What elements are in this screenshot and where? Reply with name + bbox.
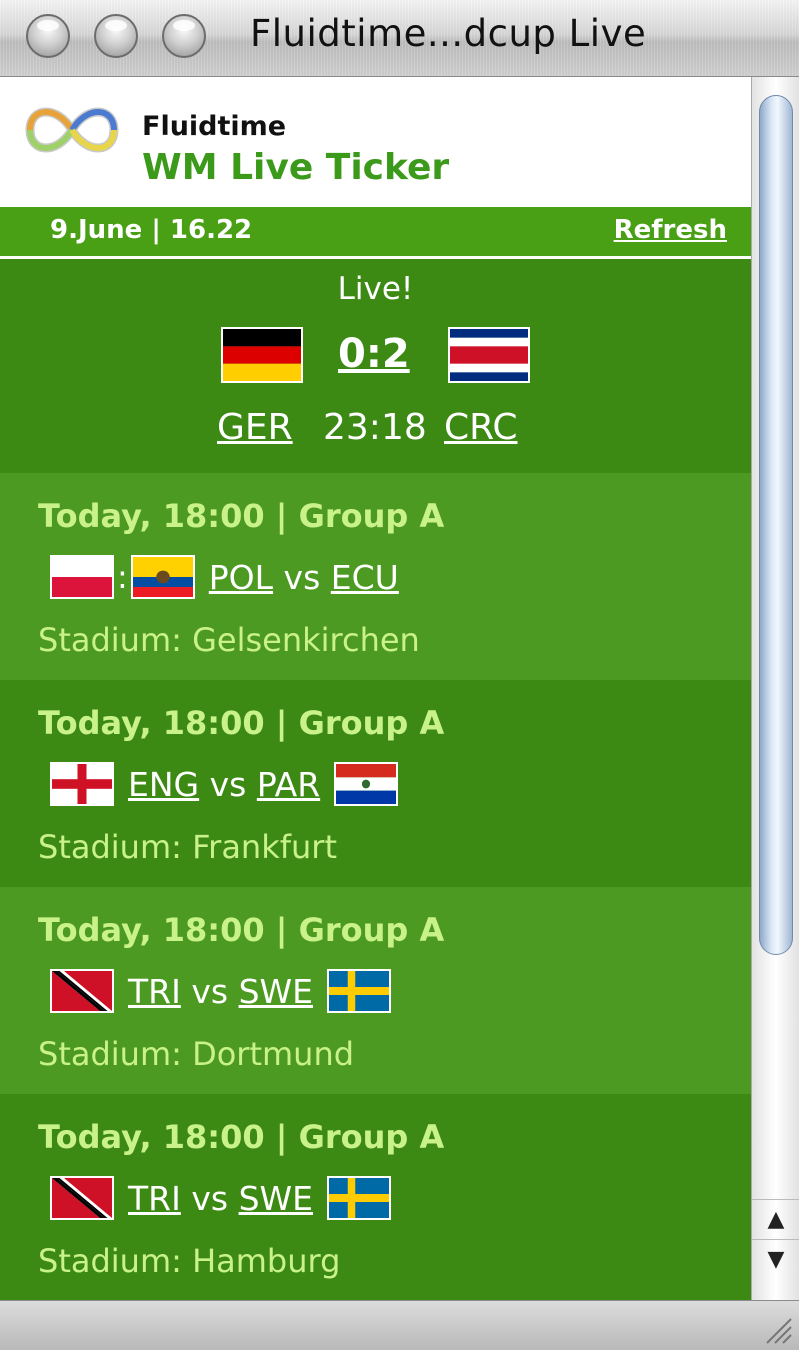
match-teams: POL vs ECU: [208, 557, 399, 597]
team-link[interactable]: PAR: [257, 765, 320, 804]
trinidad-flag-icon: [50, 969, 114, 1013]
match-teams: TRI vs SWE: [128, 1178, 313, 1218]
close-window-button[interactable]: [26, 14, 70, 58]
team-link[interactable]: SWE: [239, 1179, 313, 1218]
paraguay-flag-icon: [334, 762, 399, 806]
stadium-label: Stadium: Gelsenkirchen: [38, 621, 420, 659]
match-time-group: Today, 18:00 | Group A: [38, 497, 445, 535]
england-flag-icon: [50, 762, 114, 806]
brand-name: Fluidtime: [142, 111, 287, 142]
match-card: Today, 18:00 | Group A TRI vs SWE Stadiu…: [0, 1094, 751, 1300]
match-teams-row: TRI vs SWE: [50, 1174, 391, 1222]
match-time-group: Today, 18:00 | Group A: [38, 704, 445, 742]
costa-rica-flag-icon: [448, 327, 530, 383]
match-teams-row: : POL vs ECU: [50, 553, 413, 601]
match-card: Today, 18:00 | Group A : POL vs ECU Stad…: [0, 473, 751, 680]
team-link[interactable]: ECU: [331, 558, 399, 597]
scroll-down-button[interactable]: ▼: [752, 1239, 799, 1279]
germany-flag-icon: [221, 327, 303, 383]
title-bar[interactable]: Fluidtime...dcup Live: [0, 0, 799, 77]
flag-separator: :: [117, 558, 128, 596]
stadium-label: Stadium: Frankfurt: [38, 828, 337, 866]
current-datetime: 9.June | 16.22: [50, 215, 253, 245]
sweden-flag-icon: [327, 969, 391, 1013]
team-link[interactable]: TRI: [128, 1179, 181, 1218]
away-team-link[interactable]: CRC: [444, 407, 518, 448]
home-team-link[interactable]: GER: [217, 407, 293, 448]
live-match-panel: Live! 0:2 GER 23:18 CRC: [0, 259, 751, 473]
widget-tagline: WM Live Ticker: [142, 147, 450, 188]
fluidtime-logo: [25, 107, 119, 153]
window-bottom-bar: [0, 1300, 799, 1350]
refresh-link[interactable]: Refresh: [614, 215, 727, 245]
team-link[interactable]: TRI: [128, 972, 181, 1011]
match-teams-row: TRI vs SWE: [50, 967, 391, 1015]
match-teams: ENG vs PAR: [128, 764, 321, 804]
sweden-flag-icon: [327, 1176, 391, 1220]
poland-flag-icon: [50, 555, 114, 599]
live-score-link[interactable]: 0:2: [338, 331, 410, 377]
app-window: Fluidtime...dcup Live Fluidtime WM Live …: [0, 0, 799, 1350]
window-title: Fluidtime...dcup Live: [250, 12, 647, 55]
match-clock: 23:18: [323, 407, 427, 448]
team-link[interactable]: ENG: [128, 765, 199, 804]
match-card: Today, 18:00 | Group A TRI vs SWE Stadiu…: [0, 887, 751, 1094]
scroll-up-button[interactable]: ▲: [752, 1199, 799, 1239]
team-link[interactable]: POL: [209, 558, 273, 597]
scrollbar-thumb[interactable]: [759, 95, 793, 955]
match-teams: TRI vs SWE: [128, 971, 313, 1011]
match-teams-row: ENG vs PAR: [50, 760, 399, 808]
zoom-window-button[interactable]: [162, 14, 206, 58]
content-area: Fluidtime WM Live Ticker 9.June | 16.22 …: [0, 77, 751, 1300]
minimize-window-button[interactable]: [94, 14, 138, 58]
match-card: Today, 18:00 | Group A ENG vs PAR Stadiu…: [0, 680, 751, 887]
down-arrow-icon: ▼: [767, 1247, 785, 1272]
resize-grip-icon[interactable]: [759, 1311, 793, 1345]
ecuador-flag-icon: [130, 555, 195, 599]
match-time-group: Today, 18:00 | Group A: [38, 911, 445, 949]
stadium-label: Stadium: Dortmund: [38, 1035, 355, 1073]
widget-header: Fluidtime WM Live Ticker: [0, 77, 751, 207]
vertical-scrollbar[interactable]: ▲ ▼: [751, 77, 799, 1300]
date-bar: 9.June | 16.22 Refresh: [0, 207, 751, 259]
live-label: Live!: [337, 271, 414, 307]
match-time-group: Today, 18:00 | Group A: [38, 1118, 445, 1156]
team-link[interactable]: SWE: [239, 972, 313, 1011]
trinidad-flag-icon: [50, 1176, 114, 1220]
up-arrow-icon: ▲: [767, 1207, 785, 1232]
stadium-label: Stadium: Hamburg: [38, 1242, 341, 1280]
